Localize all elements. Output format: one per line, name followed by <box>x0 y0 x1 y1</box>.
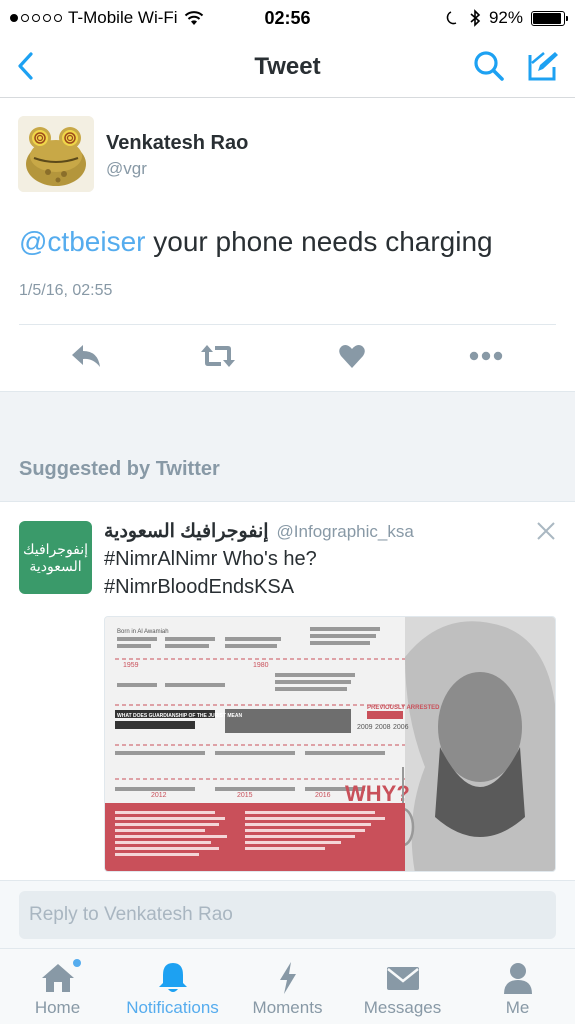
more-button[interactable] <box>466 336 506 376</box>
back-button[interactable] <box>10 48 40 84</box>
compose-button[interactable] <box>525 48 561 84</box>
reply-button[interactable] <box>66 336 106 376</box>
tab-label: Home <box>34 998 81 1017</box>
tab-label: Moments <box>252 998 323 1017</box>
tab-messages[interactable]: Messages <box>345 949 460 1024</box>
navigation-bar: Tweet <box>0 36 575 98</box>
tab-me[interactable]: Me <box>460 949 575 1024</box>
infographic-label-2006: 2006 <box>393 724 409 731</box>
infographic-label-2009: 2009 <box>357 724 373 731</box>
more-icon <box>469 351 503 361</box>
home-unread-dot <box>73 959 81 967</box>
battery-percent: 92% <box>488 8 523 27</box>
infographic-label-2008: 2008 <box>375 724 391 731</box>
close-icon <box>537 522 555 540</box>
chevron-left-icon <box>18 52 33 80</box>
like-icon <box>339 345 365 368</box>
suggested-author-handle[interactable]: @Infographic_ksa <box>277 522 414 542</box>
battery-icon <box>531 10 568 26</box>
tab-notifications[interactable]: Notifications <box>115 949 230 1024</box>
divider <box>19 324 556 325</box>
wifi-icon <box>184 11 203 25</box>
suggested-tweet-line2: #NimrBloodEndsKSA <box>104 576 295 598</box>
avatar[interactable] <box>18 116 94 192</box>
infographic-label-1980: 1980 <box>253 662 269 669</box>
envelope-icon <box>386 967 419 990</box>
tweet-actions <box>0 336 575 378</box>
tweet-text: @ctbeiser your phone needs charging <box>19 226 493 258</box>
like-button[interactable] <box>332 336 372 376</box>
search-icon <box>474 51 504 81</box>
avatar-text-line2: السعودية <box>29 557 82 574</box>
reply-input[interactable] <box>19 891 556 939</box>
tab-bar: Home Notifications Moments Messages Me <box>0 948 575 1024</box>
mention-link[interactable]: @ctbeiser <box>19 226 145 257</box>
tweet-body: your phone needs charging <box>145 226 493 257</box>
avatar-text-line1: إنفوجرافيك <box>22 540 89 557</box>
infographic-graphic: WHY? Born in Al Awamiah 1959 1980 2012 2… <box>105 617 555 871</box>
suggested-avatar[interactable]: إنفوجرافيك السعودية <box>19 521 92 594</box>
infographic-previously-arrested: PREVIOUSLY ARRESTED <box>367 705 440 711</box>
tweet-detail: Venkatesh Rao @vgr @ctbeiser your phone … <box>0 98 575 390</box>
hypnotoad-avatar-image <box>18 116 94 192</box>
infographic-label-2016: 2016 <box>315 792 331 799</box>
moon-icon <box>446 11 457 25</box>
carrier-label: T-Mobile Wi-Fi <box>68 8 178 27</box>
infographic-image[interactable]: WHY? Born in Al Awamiah 1959 1980 2012 2… <box>104 616 556 872</box>
dismiss-button[interactable] <box>535 520 557 542</box>
retweet-button[interactable] <box>198 336 238 376</box>
suggested-section-header: Suggested by Twitter <box>0 391 575 502</box>
suggested-tweet-header: إنفوجرافيك السعودية @Infographic_ksa <box>104 520 414 543</box>
tab-label: Messages <box>363 998 442 1017</box>
search-button[interactable] <box>471 48 507 84</box>
signal-strength-icon <box>10 14 62 22</box>
suggested-heading: Suggested by Twitter <box>19 458 220 480</box>
author-handle[interactable]: @vgr <box>106 159 147 179</box>
bluetooth-icon <box>470 9 481 27</box>
person-icon <box>503 963 532 994</box>
status-bar: T-Mobile Wi-Fi 02:56 92% <box>0 0 575 36</box>
bell-icon <box>158 963 187 992</box>
suggested-tweet-line1: #NimrAlNimr Who's he? <box>104 548 317 570</box>
tab-label: Me <box>505 998 530 1017</box>
infographic-label-2012: 2012 <box>151 792 167 799</box>
author-name[interactable]: Venkatesh Rao <box>106 132 248 155</box>
infographic-label-1959: 1959 <box>123 662 139 669</box>
infographic-guardianship-heading: WHAT DOES GUARDIANSHIP OF THE JURIST MEA… <box>117 713 242 719</box>
retweet-icon <box>201 345 235 367</box>
page-title: Tweet <box>254 52 321 80</box>
tweet-timestamp: 1/5/16, 02:55 <box>19 282 113 299</box>
tab-home[interactable]: Home <box>0 949 115 1024</box>
home-icon <box>41 964 74 992</box>
tab-moments[interactable]: Moments <box>230 949 345 1024</box>
reply-icon <box>72 345 100 367</box>
tab-label: Notifications <box>126 998 219 1017</box>
infographic-why: WHY? <box>345 781 410 806</box>
compose-icon <box>528 52 558 81</box>
suggested-author-name[interactable]: إنفوجرافيك السعودية <box>104 520 269 543</box>
suggested-tweet[interactable]: إنفوجرافيك السعودية إنفوجرافيك السعودية … <box>0 502 575 880</box>
reply-bar <box>0 880 575 948</box>
infographic-label-born: Born in Al Awamiah <box>117 629 169 635</box>
lightning-icon <box>279 962 296 994</box>
infographic-label-2015: 2015 <box>237 792 253 799</box>
